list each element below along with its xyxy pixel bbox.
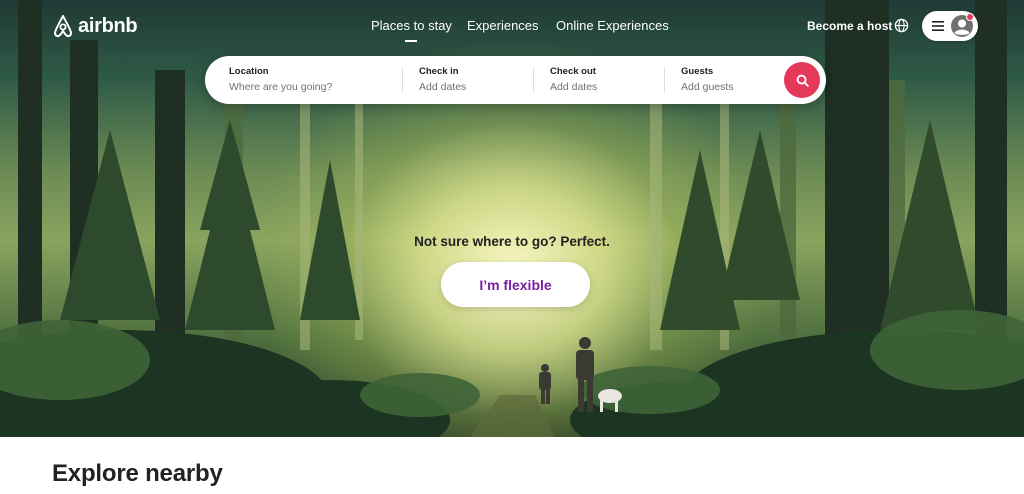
check-out-label: Check out	[550, 66, 596, 77]
im-flexible-button[interactable]: I’m flexible	[441, 262, 590, 307]
tab-experiences[interactable]: Experiences	[467, 18, 539, 33]
search-icon	[796, 74, 809, 87]
explore-nearby-heading: Explore nearby	[52, 460, 223, 487]
location-field[interactable]: Location Where are you going?	[229, 56, 399, 104]
guests-value: Add guests	[681, 81, 734, 93]
check-out-value: Add dates	[550, 81, 598, 93]
become-host-link[interactable]: Become a host	[807, 19, 892, 33]
search-bar: Location Where are you going? Check in A…	[205, 56, 826, 104]
location-input[interactable]: Where are you going?	[229, 81, 399, 93]
check-in-value: Add dates	[419, 81, 467, 93]
hero-banner: airbnb Places to stay Experiences Online…	[0, 0, 1024, 437]
check-out-field[interactable]: Check out Add dates	[550, 56, 660, 104]
search-divider	[664, 68, 665, 92]
logo-text: airbnb	[78, 14, 138, 37]
search-divider	[402, 68, 403, 92]
check-in-field[interactable]: Check in Add dates	[419, 56, 529, 104]
search-button[interactable]	[784, 62, 820, 98]
airbnb-logo-icon	[54, 15, 72, 38]
guests-label: Guests	[681, 66, 714, 77]
tab-online-experiences[interactable]: Online Experiences	[556, 18, 669, 33]
user-menu-button[interactable]	[922, 11, 978, 41]
check-in-label: Check in	[419, 66, 459, 77]
hamburger-icon	[932, 21, 944, 31]
guests-field[interactable]: Guests Add guests	[681, 56, 781, 104]
hero-prompt: Not sure where to go? Perfect.	[414, 234, 610, 249]
airbnb-logo[interactable]: airbnb	[52, 14, 138, 38]
search-divider	[533, 68, 534, 92]
location-label: Location	[229, 66, 269, 77]
tab-places-to-stay[interactable]: Places to stay	[371, 18, 452, 42]
globe-icon[interactable]	[894, 18, 909, 33]
notification-dot	[966, 13, 974, 21]
